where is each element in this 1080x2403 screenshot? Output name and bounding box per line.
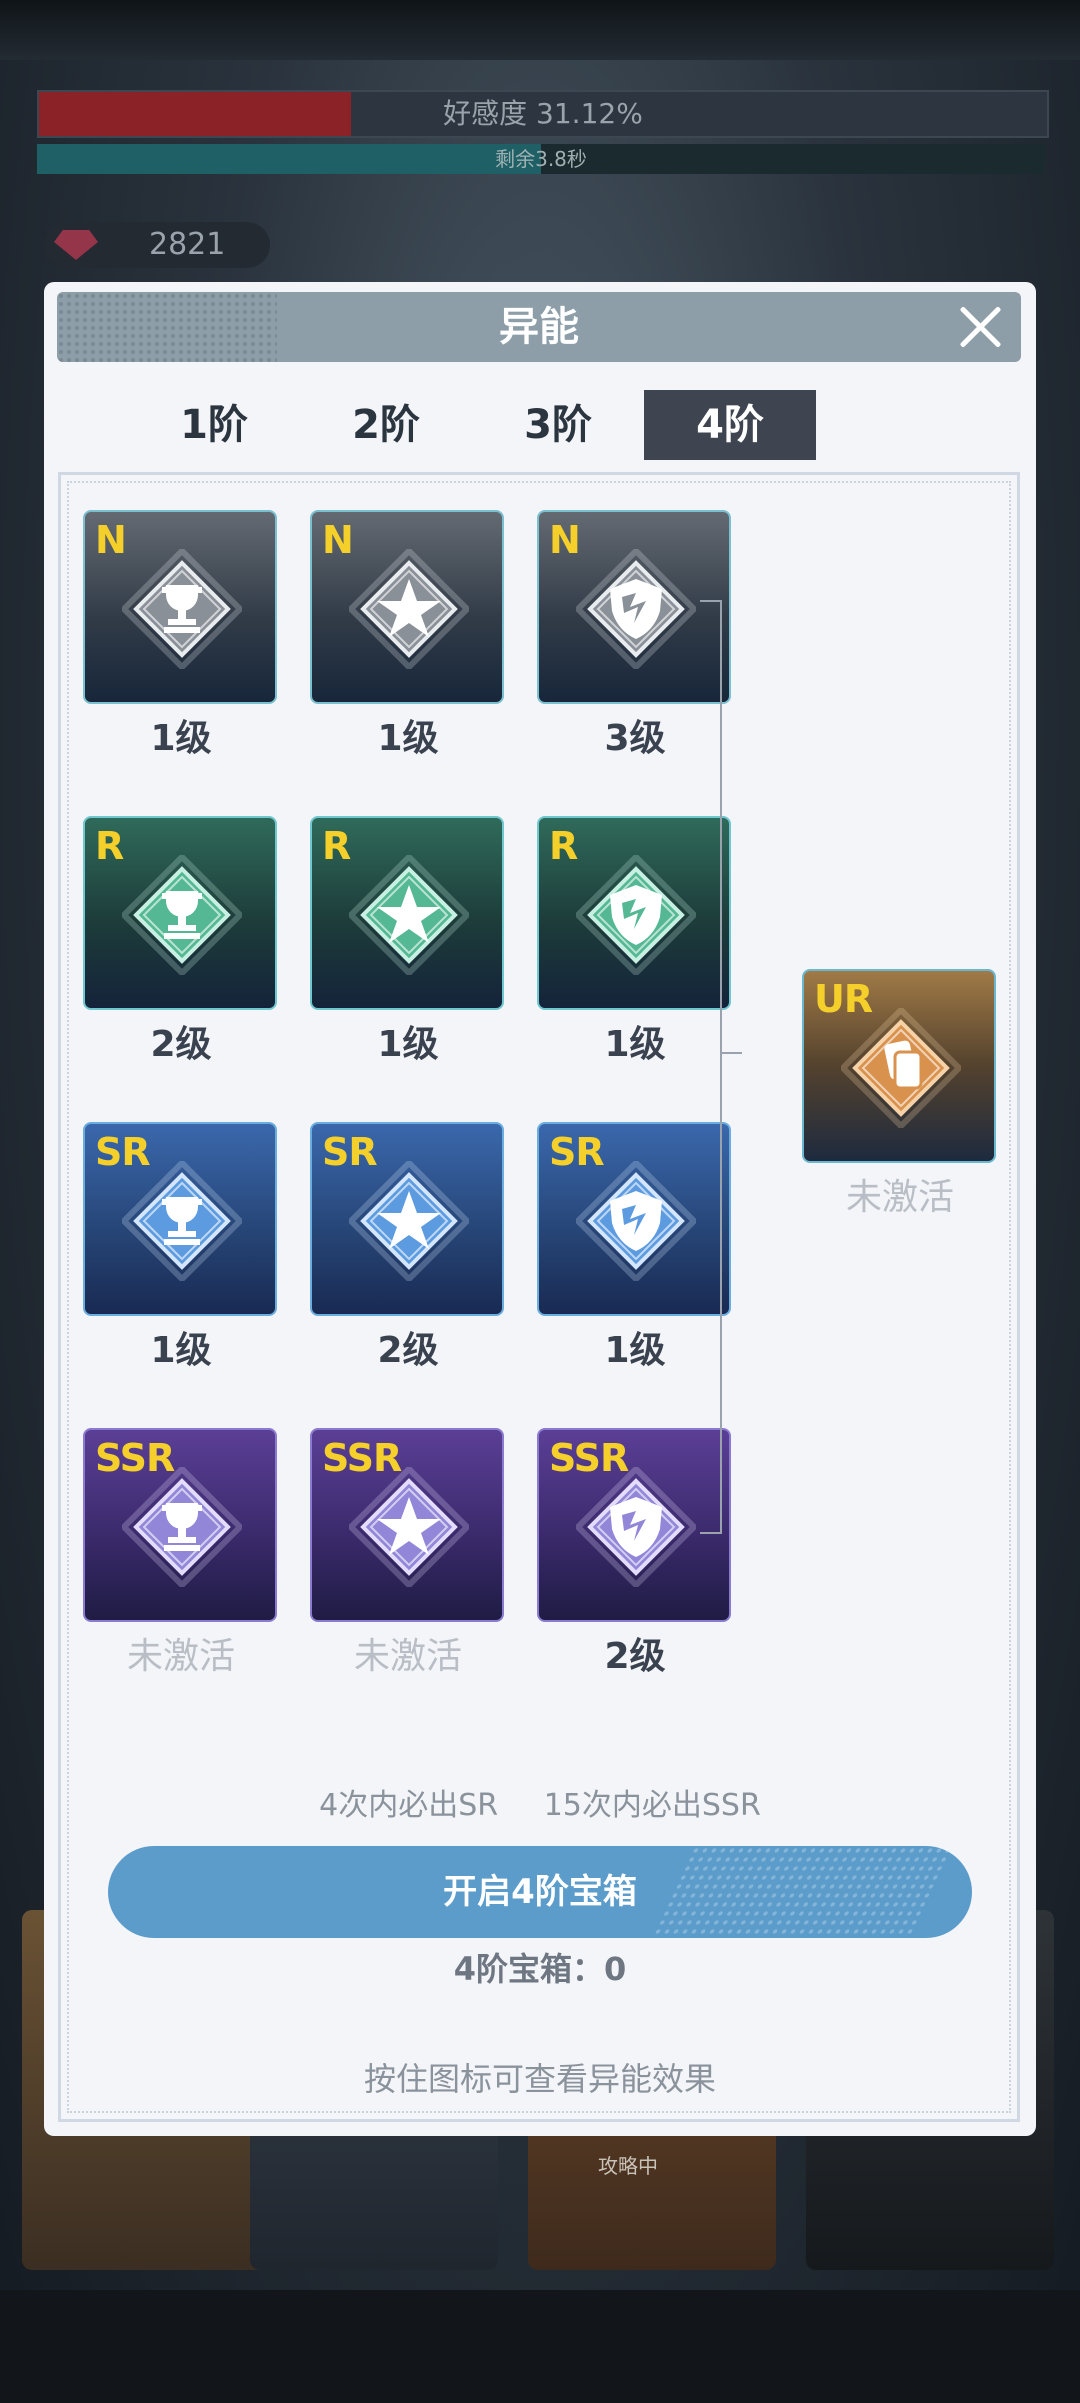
rarity-label: SSR xyxy=(322,1436,402,1480)
combine-bracket-tick xyxy=(720,1052,742,1054)
remaining-time-label: 剩余3.8秒 xyxy=(495,147,587,171)
tab-tier-3[interactable]: 3阶 xyxy=(472,390,644,460)
rarity-label: SR xyxy=(322,1130,378,1174)
ability-cell: SR 2级 xyxy=(310,1122,506,1374)
modal-title: 异能 xyxy=(499,304,579,350)
rarity-label: R xyxy=(95,824,124,868)
ability-level: 1级 xyxy=(377,718,439,759)
open-chest-label: 开启4阶宝箱 xyxy=(443,1872,637,1912)
ability-icon-button[interactable]: UR xyxy=(802,969,996,1163)
star-icon xyxy=(346,852,472,978)
ability-level: 未激活 xyxy=(126,1636,235,1677)
gem-count: 2821 xyxy=(149,227,226,262)
ability-level: 1级 xyxy=(150,1330,212,1371)
ability-cell: SSR 未激活 xyxy=(83,1428,279,1680)
trophy-icon xyxy=(119,852,245,978)
star-icon xyxy=(346,546,472,672)
ability-cell: N 1级 xyxy=(83,510,279,762)
ability-cell: SR 1级 xyxy=(83,1122,279,1374)
gem-icon xyxy=(54,230,98,260)
tab-tier-4[interactable]: 4阶 xyxy=(644,390,816,460)
ability-cell: N 1级 xyxy=(310,510,506,762)
ability-level: 2级 xyxy=(150,1024,212,1065)
hint-text: 按住图标可查看异能效果 xyxy=(363,2060,716,2098)
top-frame xyxy=(0,0,1080,60)
shield-icon xyxy=(573,1464,699,1590)
trophy-icon xyxy=(119,546,245,672)
ability-cell: UR 未激活 xyxy=(802,969,998,1221)
shield-icon xyxy=(573,852,699,978)
remaining-time-bar: 剩余3.8秒 xyxy=(37,144,1045,174)
rarity-label: SR xyxy=(95,1130,151,1174)
rarity-label: SSR xyxy=(95,1436,175,1480)
pity-sr: 4次内必出SR xyxy=(319,1788,499,1823)
ability-icon-button[interactable]: N xyxy=(310,510,504,704)
ability-level: 未激活 xyxy=(353,1636,462,1677)
star-icon xyxy=(346,1158,472,1284)
rarity-label: N xyxy=(322,518,354,562)
rarity-label: N xyxy=(549,518,581,562)
ability-icon-button[interactable]: SSR xyxy=(310,1428,504,1622)
modal-header: 异能 xyxy=(57,292,1021,362)
tab-tier-2[interactable]: 2阶 xyxy=(300,390,472,460)
favor-bar: 好感度 31.12% xyxy=(37,90,1049,138)
ability-cell: R 1级 xyxy=(310,816,506,1068)
rarity-label: SSR xyxy=(549,1436,629,1480)
bottom-strip xyxy=(0,2290,1080,2403)
rarity-label: R xyxy=(549,824,578,868)
ability-level: 未激活 xyxy=(845,1177,954,1218)
gem-counter: 2821 xyxy=(44,222,270,268)
ability-icon-button[interactable]: SSR xyxy=(83,1428,277,1622)
trophy-icon xyxy=(119,1158,245,1284)
ability-level: 1级 xyxy=(150,718,212,759)
ability-level: 2级 xyxy=(604,1636,666,1677)
rarity-label: N xyxy=(95,518,127,562)
close-icon[interactable] xyxy=(951,298,1009,356)
shield-icon xyxy=(573,1158,699,1284)
rarity-label: SR xyxy=(549,1130,605,1174)
ability-icon-button[interactable]: R xyxy=(310,816,504,1010)
cards-icon xyxy=(838,1005,964,1131)
pity-ssr: 15次内必出SSR xyxy=(543,1788,761,1823)
chest-count: 4阶宝箱：0 xyxy=(453,1950,627,1988)
card-status-tag: 攻略中 xyxy=(598,2154,658,2178)
ability-icon-button[interactable]: SR xyxy=(310,1122,504,1316)
open-chest-button[interactable]: 开启4阶宝箱 xyxy=(108,1846,972,1938)
star-icon xyxy=(346,1464,472,1590)
ability-level: 2级 xyxy=(377,1330,439,1371)
combine-bracket xyxy=(700,600,722,1534)
ability-level: 1级 xyxy=(377,1024,439,1065)
trophy-icon xyxy=(119,1464,245,1590)
rarity-label: R xyxy=(322,824,351,868)
ability-icon-button[interactable]: R xyxy=(83,816,277,1010)
pity-info: 4次内必出SR 15次内必出SSR xyxy=(0,1780,1080,1824)
tab-tier-1[interactable]: 1阶 xyxy=(128,390,300,460)
favor-label: 好感度 31.12% xyxy=(443,97,643,130)
ability-cell: SSR 未激活 xyxy=(310,1428,506,1680)
rarity-label: UR xyxy=(814,977,873,1021)
ability-cell: R 2级 xyxy=(83,816,279,1068)
ability-icon-button[interactable]: N xyxy=(83,510,277,704)
ability-icon-button[interactable]: SR xyxy=(83,1122,277,1316)
shield-icon xyxy=(573,546,699,672)
